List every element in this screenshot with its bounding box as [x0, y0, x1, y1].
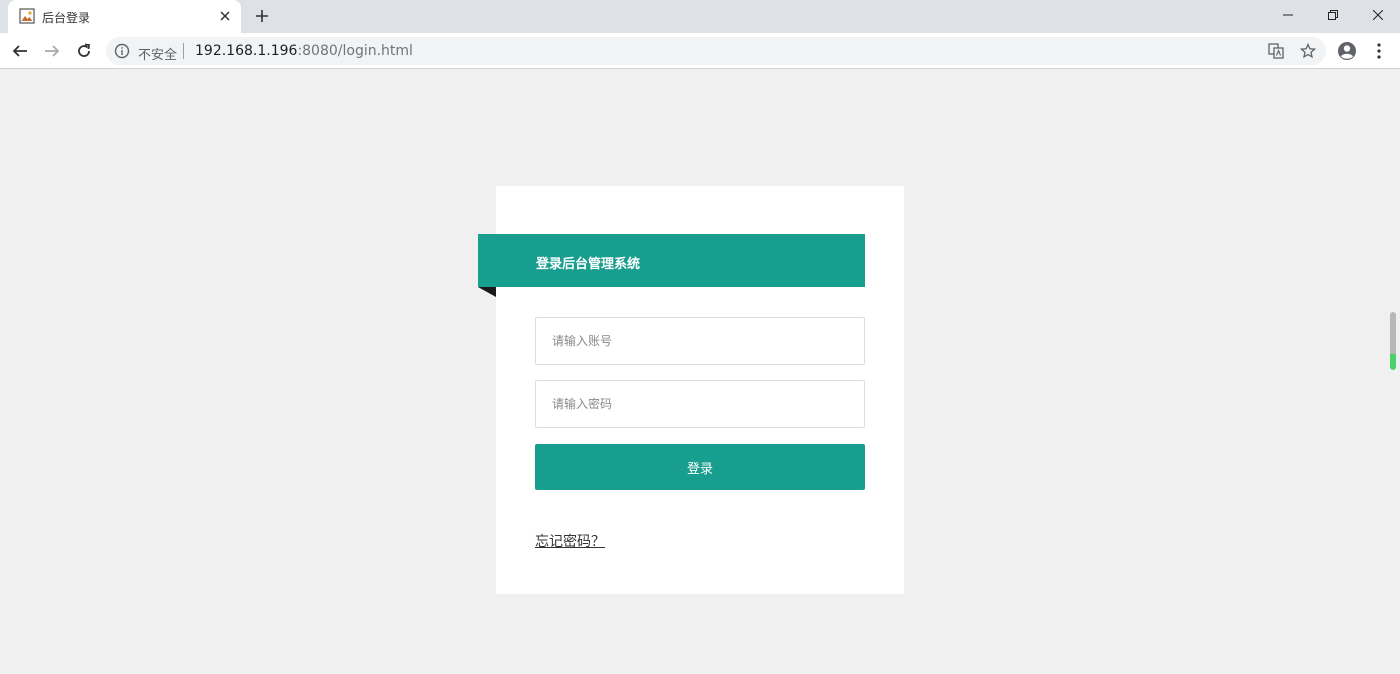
info-icon[interactable]: [114, 43, 130, 59]
reload-button[interactable]: [72, 39, 96, 63]
close-window-button[interactable]: [1355, 0, 1400, 30]
tab-title: 后台登录: [42, 11, 91, 25]
bookmark-star-icon[interactable]: [1300, 43, 1316, 59]
password-input[interactable]: [535, 380, 865, 428]
address-bar[interactable]: 不安全 192.168.1.196:8080/login.html: [106, 37, 1326, 65]
url-host: 192.168.1.196: [195, 43, 298, 59]
security-label: 不安全: [138, 48, 178, 63]
page-content: 登录后台管理系统 登录 忘记密码？: [0, 69, 1400, 674]
login-title: 登录后台管理系统: [536, 257, 641, 272]
browser-toolbar: 不安全 192.168.1.196:8080/login.html: [0, 33, 1400, 69]
translate-icon[interactable]: [1268, 43, 1284, 59]
username-input[interactable]: [535, 317, 865, 365]
scrollbar-thumb[interactable]: [1390, 312, 1396, 370]
image-icon: [19, 8, 35, 24]
back-button[interactable]: [8, 39, 32, 63]
url-path: :8080/login.html: [297, 43, 413, 59]
browser-tab[interactable]: 后台登录: [8, 0, 241, 33]
url-separator: [183, 43, 184, 59]
new-tab-button[interactable]: [252, 6, 272, 26]
ribbon-fold: [478, 287, 496, 297]
tab-close-icon[interactable]: [217, 8, 233, 24]
url-text[interactable]: 192.168.1.196:8080/login.html: [195, 43, 413, 59]
login-header-ribbon: 登录后台管理系统: [478, 234, 865, 287]
browser-titlebar: 后台登录: [0, 0, 1400, 33]
browser-menu-icon[interactable]: [1370, 40, 1388, 62]
forgot-password-link[interactable]: 忘记密码？: [535, 531, 605, 551]
profile-avatar-icon[interactable]: [1336, 40, 1358, 62]
restore-button[interactable]: [1310, 0, 1355, 30]
login-button[interactable]: 登录: [535, 444, 865, 490]
minimize-button[interactable]: [1265, 0, 1310, 30]
forward-button[interactable]: [40, 39, 64, 63]
